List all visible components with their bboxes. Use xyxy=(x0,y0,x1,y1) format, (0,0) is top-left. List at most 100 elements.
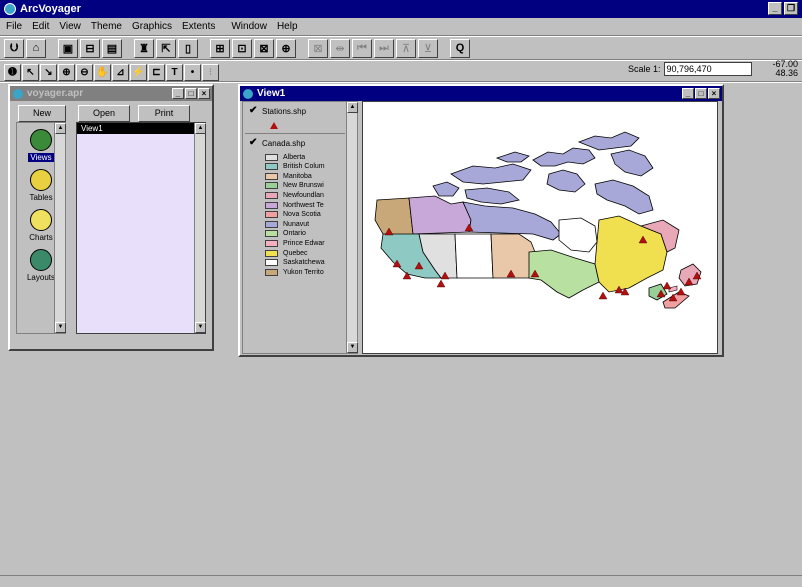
scroll-up-arrow[interactable]: ▲ xyxy=(347,102,358,113)
legend-label: Northwest Te xyxy=(283,201,324,209)
map-display[interactable] xyxy=(362,101,718,354)
last-icon[interactable]: ⏭ xyxy=(374,38,394,58)
add-theme-icon[interactable]: ▣ xyxy=(58,38,78,58)
scroll-up-arrow[interactable]: ▲ xyxy=(195,123,206,134)
scroll-down-arrow[interactable]: ▼ xyxy=(195,322,206,333)
project-minimize-button[interactable]: _ xyxy=(172,88,184,99)
legend-label: Nunavut xyxy=(283,220,310,228)
view-minimize-button[interactable]: _ xyxy=(682,88,694,99)
pointer-icon[interactable]: ↖ xyxy=(22,63,39,81)
nunavut-islands xyxy=(432,131,654,215)
legend-item: Prince Edwar xyxy=(265,239,325,247)
first-icon[interactable]: ⏮ xyxy=(352,38,372,58)
nwt-region xyxy=(408,195,472,235)
project-icon xyxy=(13,88,23,99)
zoom-full-icon[interactable]: ⊞ xyxy=(210,38,230,58)
legend-editor-icon[interactable]: ▤ xyxy=(102,38,122,58)
legend-swatch xyxy=(265,201,278,209)
doc-item-view1[interactable]: View1 xyxy=(77,123,194,134)
pan-icon[interactable]: ✋ xyxy=(94,63,111,81)
zoom-in-icon[interactable]: ⊕ xyxy=(58,63,75,81)
theme-canada-label: Canada.shp xyxy=(262,139,306,148)
bottom-icon[interactable]: ⊻ xyxy=(418,38,438,58)
top-icon[interactable]: ⊼ xyxy=(396,38,416,58)
legend-swatch xyxy=(265,211,278,219)
table-icon xyxy=(30,169,52,191)
legend-swatch xyxy=(265,163,278,171)
menu-extents[interactable]: Extents xyxy=(182,21,215,32)
move-icon[interactable]: ⇹ xyxy=(330,38,350,58)
zoom-selected-icon[interactable]: ⊠ xyxy=(254,38,274,58)
menu-theme[interactable]: Theme xyxy=(91,21,122,32)
legend-label: Prince Edwar xyxy=(283,239,325,247)
scale-box: Scale 1: 90,796,470 xyxy=(628,62,752,76)
building-icon[interactable]: ⌂ xyxy=(26,38,46,58)
zoom-active-icon[interactable]: ⊡ xyxy=(232,38,252,58)
doc-list-scrollbar[interactable]: ▲ ▼ xyxy=(194,123,206,333)
scroll-down-arrow[interactable]: ▼ xyxy=(347,342,358,353)
legend-swatch xyxy=(265,239,278,247)
menu-edit[interactable]: Edit xyxy=(32,21,49,32)
view-maximize-button[interactable]: □ xyxy=(695,88,707,99)
view-titlebar[interactable]: View1 _ □ × xyxy=(240,86,722,101)
menu-file[interactable]: File xyxy=(6,21,22,32)
scroll-down-arrow[interactable]: ▼ xyxy=(55,322,66,333)
open-button[interactable]: Open xyxy=(78,105,130,122)
checkmark-icon[interactable]: ✔ xyxy=(249,138,258,148)
menu-window[interactable]: Window xyxy=(231,21,267,32)
new-button[interactable]: New xyxy=(18,105,66,122)
legend-item: Nova Scotia xyxy=(265,211,321,219)
station-marker xyxy=(676,287,686,296)
measure-icon[interactable]: ⊿ xyxy=(112,63,129,81)
menu-view[interactable]: View xyxy=(59,21,81,32)
theme-canada[interactable]: ✔ Canada.shp xyxy=(249,138,306,149)
table-icon[interactable]: ▯ xyxy=(178,38,198,58)
draw-icon[interactable]: ⁝ xyxy=(202,63,219,81)
station-marker xyxy=(598,291,608,300)
hotlink-icon[interactable]: ⚡ xyxy=(130,63,147,81)
save-icon[interactable]: ⮋ xyxy=(4,38,24,58)
find-icon[interactable]: ♜ xyxy=(134,38,154,58)
yukon-region xyxy=(374,197,414,239)
scale-input[interactable]: 90,796,470 xyxy=(663,62,752,76)
toc-scrollbar[interactable]: ▲ ▼ xyxy=(346,102,358,353)
text-icon[interactable]: T xyxy=(166,63,183,81)
point-icon[interactable]: • xyxy=(184,63,201,81)
project-titlebar[interactable]: voyager.apr _ □ × xyxy=(10,86,212,101)
legend-item: Nunavut xyxy=(265,220,309,228)
identify-icon[interactable]: ➊ xyxy=(4,63,21,81)
scroll-up-arrow[interactable]: ▲ xyxy=(55,123,66,134)
clear-selection-icon[interactable]: ⊠ xyxy=(308,38,328,58)
theme-stations[interactable]: ✔ Stations.shp xyxy=(249,106,306,117)
coord-y: 48.36 xyxy=(775,68,798,78)
legend-swatch xyxy=(265,268,278,276)
legend-item: British Colum xyxy=(265,163,325,171)
zoom-out-icon[interactable]: ⊖ xyxy=(76,63,93,81)
doc-type-scrollbar[interactable]: ▲ ▼ xyxy=(54,123,66,333)
checkmark-icon[interactable]: ✔ xyxy=(249,106,258,116)
print-button[interactable]: Print xyxy=(138,105,190,122)
menu-help[interactable]: Help xyxy=(277,21,298,32)
doc-list: View1 ▲ ▼ xyxy=(76,122,206,334)
legend-swatch xyxy=(265,182,278,190)
legend-item: Newfoundlan xyxy=(265,191,324,199)
restore-button[interactable]: ❐ xyxy=(784,2,798,15)
canada-map[interactable] xyxy=(363,102,719,355)
project-close-button[interactable]: × xyxy=(198,88,210,99)
label-icon[interactable]: ⊏ xyxy=(148,63,165,81)
scale-label: Scale 1: xyxy=(628,64,661,74)
theme-properties-icon[interactable]: ⊟ xyxy=(80,38,100,58)
vertex-edit-icon[interactable]: ↘ xyxy=(40,63,57,81)
menu-graphics[interactable]: Graphics xyxy=(132,21,172,32)
view-close-button[interactable]: × xyxy=(708,88,720,99)
project-window[interactable]: voyager.apr _ □ × New Open Print Views T… xyxy=(8,84,214,351)
legend-swatch xyxy=(265,191,278,199)
query-icon[interactable]: Q xyxy=(450,38,470,58)
legend-label: Yukon Territo xyxy=(283,268,324,276)
locate-icon[interactable]: ⇱ xyxy=(156,38,176,58)
minimize-button[interactable]: _ xyxy=(768,2,782,15)
project-maximize-button[interactable]: □ xyxy=(185,88,197,99)
view-window[interactable]: View1 _ □ × ✔ Stations.shp ✔ Canada.shp … xyxy=(238,84,724,357)
station-symbol-icon xyxy=(270,122,278,129)
zoom-previous-icon[interactable]: ⊕ xyxy=(276,38,296,58)
